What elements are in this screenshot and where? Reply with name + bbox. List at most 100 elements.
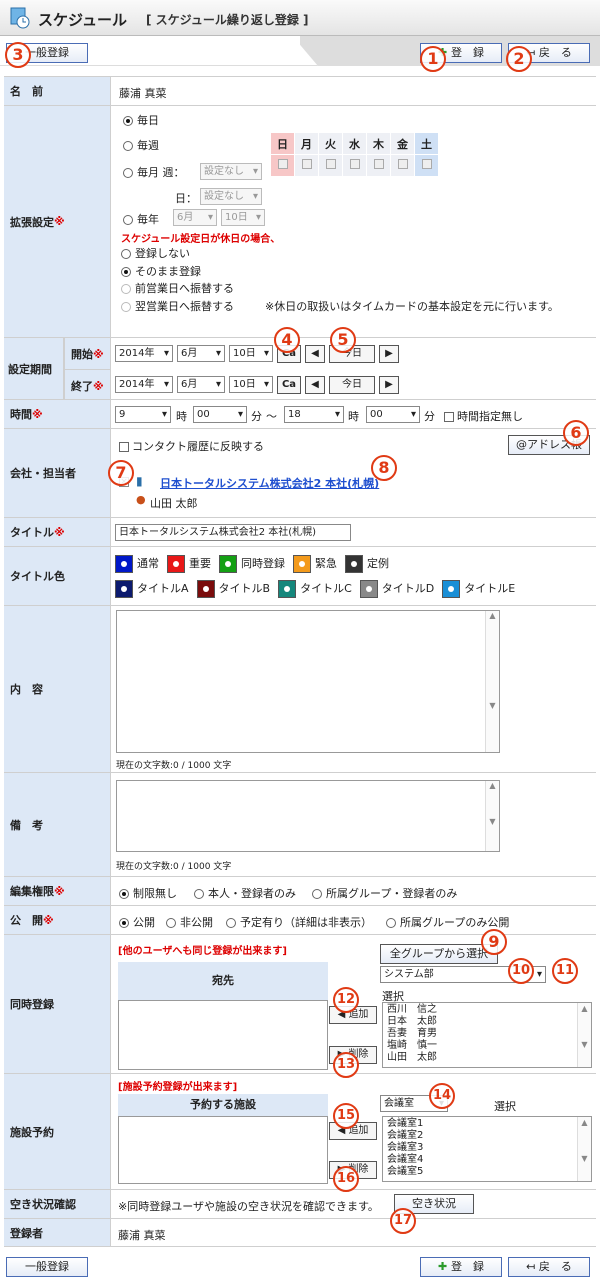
facility-list[interactable]: 会議室1 会議室2 会議室3 会議室4 会議室5 ▲ ▼: [382, 1116, 592, 1182]
normal-register-button-bottom[interactable]: 一般登録: [6, 1257, 88, 1277]
list-item[interactable]: 吾妻 育男: [387, 1028, 587, 1040]
end-minute-select[interactable]: 00: [366, 406, 420, 423]
end-year-select[interactable]: 2014年: [115, 376, 173, 393]
title-color-option[interactable]: 定例: [345, 555, 389, 573]
holiday-opt-none[interactable]: 登録しない: [121, 245, 190, 261]
register-button-bottom[interactable]: ✚ 登 録: [420, 1257, 502, 1277]
registrant-label: 登録者: [4, 1219, 111, 1246]
scrollbar[interactable]: ▲ ▼: [577, 1117, 591, 1181]
pub-busy-radio[interactable]: 予定有り（詳細は非表示）: [226, 914, 372, 930]
select-all-groups-button[interactable]: 全グループから選択: [380, 944, 498, 964]
week-label: 週：: [162, 166, 185, 179]
weekday-checkbox[interactable]: [277, 159, 288, 169]
list-item[interactable]: 日本 太郎: [387, 1016, 587, 1028]
start-minute-select[interactable]: 00: [193, 406, 247, 423]
person-icon: ●: [136, 493, 146, 506]
list-item[interactable]: 会議室3: [387, 1142, 587, 1154]
end-prev-button[interactable]: ◀: [305, 376, 325, 394]
title-color-option[interactable]: 重要: [167, 555, 211, 573]
remarks-textarea[interactable]: ▲ ▼: [116, 780, 500, 852]
end-next-button[interactable]: ▶: [379, 376, 399, 394]
start-hour-select[interactable]: 9: [115, 406, 171, 423]
end-hour-select[interactable]: 18: [284, 406, 344, 423]
title-row: タイトル ※ 日本トータルシステム株式会社2 本社(札幌): [4, 517, 596, 546]
monthly-label: 毎月: [137, 166, 159, 179]
weekday-checkbox[interactable]: [349, 159, 360, 169]
start-day-select[interactable]: 10日: [229, 345, 273, 362]
list-item[interactable]: 塩崎 慎一: [387, 1040, 587, 1052]
weekday-checkbox[interactable]: [397, 159, 408, 169]
weekday-checkbox[interactable]: [373, 159, 384, 169]
facility-note: [施設予約登録が出来ます]: [118, 1082, 238, 1093]
start-label-text: 開始: [71, 348, 93, 361]
holiday-opt-keep[interactable]: そのまま登録: [121, 263, 201, 279]
pub-o3-label: 予定有り（詳細は非表示）: [240, 916, 372, 929]
perm-self-radio[interactable]: 本人・登録者のみ: [194, 885, 296, 901]
weekday-checkbox[interactable]: [325, 159, 336, 169]
title-color-option[interactable]: タイトルB: [196, 580, 270, 598]
color-name: 緊急: [315, 557, 337, 570]
daily-radio[interactable]: 毎日: [123, 112, 159, 128]
end-calendar-button[interactable]: Ca: [277, 376, 301, 394]
start-next-button[interactable]: ▶: [379, 345, 399, 363]
title-color-option[interactable]: タイトルD: [359, 580, 434, 598]
end-day-select[interactable]: 10日: [229, 376, 273, 393]
end-today-button[interactable]: 今日: [329, 376, 375, 394]
pub-group-radio[interactable]: 所属グループのみ公開: [386, 914, 509, 930]
remarks-label: 備 考: [4, 773, 111, 876]
user-list[interactable]: 西川 信之 日本 太郎 吾妻 育男 塩崎 慎一 山田 太郎 ▲ ▼: [382, 1002, 592, 1068]
simultaneous-label: 同時登録: [4, 935, 111, 1073]
list-item[interactable]: 会議室2: [387, 1130, 587, 1142]
weekday-checkbox[interactable]: [421, 159, 432, 169]
title-label-text: タイトル: [10, 526, 54, 539]
yearly-day-select[interactable]: 10日: [221, 209, 265, 226]
title-color-option[interactable]: 通常: [115, 555, 159, 573]
weekday-checkbox[interactable]: [301, 159, 312, 169]
facility-label: 施設予約: [4, 1074, 111, 1189]
content-textarea[interactable]: ▲ ▼: [116, 610, 500, 753]
title-color-option[interactable]: タイトルC: [278, 580, 352, 598]
color-options: 通常 重要 同時登録 緊急 定例タイトルA タイトルB タイトルC タイトルD タイトルE: [115, 551, 585, 601]
holiday-opt-prev[interactable]: 前営業日へ振替する: [121, 280, 234, 296]
list-item[interactable]: 西川 信之: [387, 1004, 587, 1016]
yearly-radio[interactable]: 毎年: [123, 211, 159, 227]
weekday-wed: 水: [342, 132, 367, 155]
start-month-select[interactable]: 6月: [177, 345, 225, 362]
company-link[interactable]: 日本トータルシステム株式会社2 本社(札幌): [160, 475, 379, 491]
title-color-option[interactable]: タイトルA: [115, 580, 189, 598]
pub-public-radio[interactable]: 公開: [119, 914, 155, 930]
contact-history-checkbox[interactable]: コンタクト履歴に反映する: [119, 438, 264, 454]
facility-header: 予約する施設: [118, 1094, 328, 1116]
weekday-table: 日 月 火 水 木 金 土: [270, 132, 439, 177]
start-prev-button[interactable]: ◀: [305, 345, 325, 363]
start-year-select[interactable]: 2014年: [115, 345, 173, 362]
list-item[interactable]: 会議室5: [387, 1166, 587, 1178]
monthly-week-select[interactable]: 設定なし: [200, 163, 262, 180]
scrollbar[interactable]: ▲ ▼: [577, 1003, 591, 1067]
weekly-radio[interactable]: 毎週: [123, 137, 159, 153]
title-color-label: タイトル色: [4, 547, 111, 605]
list-item[interactable]: 会議室4: [387, 1154, 587, 1166]
perm-unrestricted-radio[interactable]: 制限無し: [119, 885, 177, 901]
end-month-select[interactable]: 6月: [177, 376, 225, 393]
title-color-option[interactable]: タイトルE: [442, 580, 515, 598]
title-color-option[interactable]: 同時登録: [219, 555, 285, 573]
list-item[interactable]: 山田 太郎: [387, 1052, 587, 1064]
monthly-radio[interactable]: 毎月 週：: [123, 164, 185, 180]
registrant-row: 登録者 藤浦 真菜: [4, 1218, 596, 1247]
reserved-facility-list[interactable]: [118, 1116, 328, 1184]
list-item[interactable]: 会議室1: [387, 1118, 587, 1130]
destination-list[interactable]: [118, 1000, 328, 1070]
title-input[interactable]: 日本トータルシステム株式会社2 本社(札幌): [115, 524, 351, 541]
perm-group-radio[interactable]: 所属グループ・登録者のみ: [312, 885, 457, 901]
scrollbar[interactable]: ▲ ▼: [485, 611, 499, 752]
no-time-checkbox[interactable]: 時間指定無し: [444, 408, 523, 424]
pub-private-radio[interactable]: 非公開: [166, 914, 213, 930]
back-button-bottom[interactable]: ↤ 戻 る: [508, 1257, 590, 1277]
title-color-option[interactable]: 緊急: [293, 555, 337, 573]
yearly-month-select[interactable]: 6月: [173, 209, 217, 226]
callout-11: 11: [552, 958, 578, 984]
monthly-day-select[interactable]: 設定なし: [200, 188, 262, 205]
content-char-count: 現在の文字数:0 / 1000 文字: [116, 761, 232, 771]
scrollbar[interactable]: ▲ ▼: [485, 781, 499, 851]
